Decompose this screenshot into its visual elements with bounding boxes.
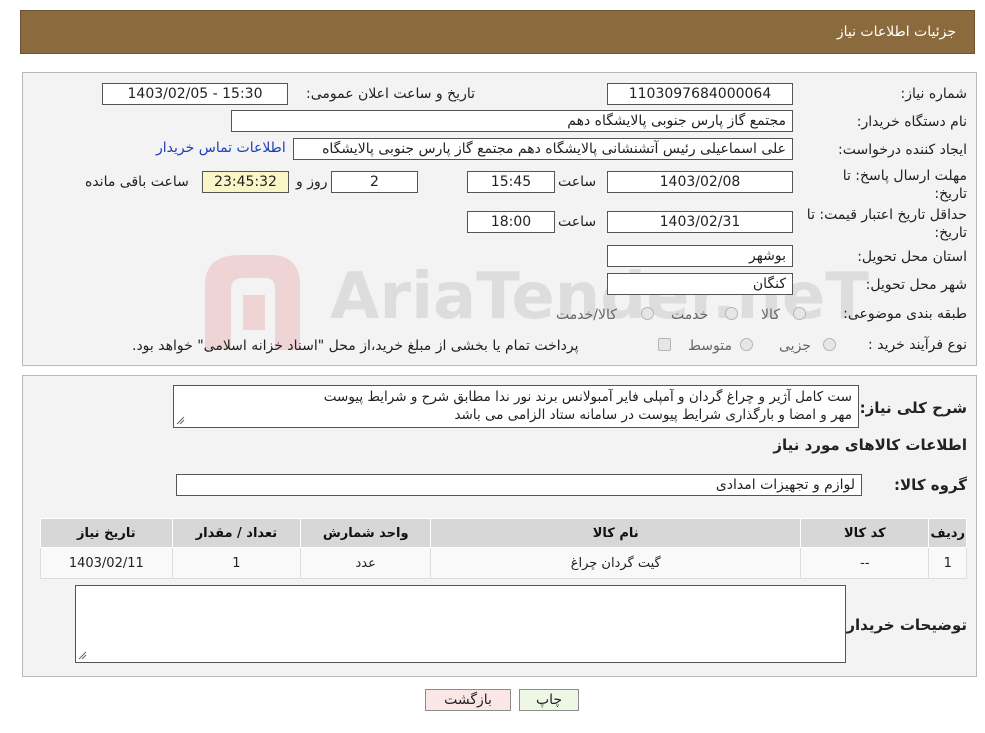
cell-row: 1 bbox=[928, 547, 967, 579]
summary-line-2: مهر و امضا و بارگذاری شرایط پیوست در سام… bbox=[454, 407, 852, 423]
resize-grip-icon[interactable] bbox=[176, 416, 185, 425]
deadline-label: مهلت ارسال پاسخ: تا تاریخ: bbox=[842, 168, 967, 202]
validity-label: حداقل تاریخ اعتبار قیمت: تا تاریخ: bbox=[806, 207, 967, 241]
resize-grip-icon[interactable] bbox=[78, 651, 87, 660]
buyer-org-label: نام دستگاه خریدار: bbox=[856, 114, 967, 130]
col-code-header: کد کالا bbox=[800, 518, 930, 548]
province-field: بوشهر bbox=[607, 245, 793, 267]
category-radio-goods[interactable] bbox=[793, 307, 806, 320]
category-label: طبقه بندی موضوعی: bbox=[843, 306, 967, 322]
need-number-field: 1103097684000064 bbox=[607, 83, 793, 105]
announce-field: 1403/02/05 - 15:30 bbox=[102, 83, 288, 105]
validity-time-field: 18:00 bbox=[467, 211, 555, 233]
goods-group-label: گروه کالا: bbox=[894, 476, 967, 494]
process-radio-medium[interactable] bbox=[740, 338, 753, 351]
buyer-notes-textarea[interactable] bbox=[75, 585, 846, 663]
process-checkbox-treasury[interactable] bbox=[658, 338, 671, 351]
page-header: جزئیات اطلاعات نیاز bbox=[20, 10, 975, 54]
summary-line-1: ست کامل آژیر و چراغ گردان و آمپلی فایر آ… bbox=[323, 389, 852, 405]
city-label: شهر محل تحویل: bbox=[865, 277, 967, 293]
days-label: روز و bbox=[296, 174, 328, 190]
cell-qty: 1 bbox=[171, 547, 302, 579]
process-note: پرداخت تمام یا بخشی از مبلغ خرید،از محل … bbox=[132, 338, 579, 354]
summary-textarea[interactable]: ست کامل آژیر و چراغ گردان و آمپلی فایر آ… bbox=[173, 385, 859, 428]
buyer-notes-label: توضیحات خریدار: bbox=[840, 616, 967, 634]
need-number-label: شماره نیاز: bbox=[900, 86, 968, 102]
category-radio-goods-service[interactable] bbox=[641, 307, 654, 320]
col-row-header: ردیف bbox=[928, 518, 967, 548]
deadline-date-field: 1403/02/08 bbox=[607, 171, 793, 193]
days-field: 2 bbox=[331, 171, 418, 193]
category-option-goods-service: کالا/خدمت bbox=[556, 307, 617, 323]
cell-code: -- bbox=[800, 547, 930, 579]
remaining-label: ساعت باقی مانده bbox=[85, 174, 189, 190]
process-option-minor: جزیی bbox=[779, 338, 811, 354]
category-option-goods: کالا bbox=[761, 307, 780, 323]
col-unit-header: واحد شمارش bbox=[300, 518, 432, 548]
creator-label: ایجاد کننده درخواست: bbox=[838, 142, 967, 158]
buyer-contact-link[interactable]: اطلاعات تماس خریدار bbox=[156, 140, 286, 156]
table-row[interactable]: 1 -- گیت گردان چراغ عدد 1 1403/02/11 bbox=[40, 547, 967, 579]
creator-field: علی اسماعیلی رئیس آتشنشانی پالایشگاه دهم… bbox=[293, 138, 793, 160]
goods-group-field: لوازم و تجهیزات امدادی bbox=[176, 474, 862, 496]
announce-label: تاریخ و ساعت اعلان عمومی: bbox=[306, 86, 475, 102]
table-header-row: ردیف کد کالا نام کالا واحد شمارش تعداد /… bbox=[40, 518, 967, 548]
buyer-org-field: مجتمع گاز پارس جنوبی پالایشگاه دهم bbox=[231, 110, 793, 132]
items-table: ردیف کد کالا نام کالا واحد شمارش تعداد /… bbox=[40, 518, 967, 579]
category-radio-service[interactable] bbox=[725, 307, 738, 320]
cell-name: گیت گردان چراغ bbox=[430, 547, 802, 579]
col-name-header: نام کالا bbox=[430, 518, 802, 548]
process-label: نوع فرآیند خرید : bbox=[868, 337, 967, 353]
goods-info-title: اطلاعات کالاهای مورد نیاز bbox=[773, 436, 967, 454]
cell-date: 1403/02/11 bbox=[40, 547, 173, 579]
process-radio-minor[interactable] bbox=[823, 338, 836, 351]
back-button[interactable]: بازگشت bbox=[425, 689, 511, 711]
col-date-header: تاریخ نیاز bbox=[40, 518, 173, 548]
deadline-time-field: 15:45 bbox=[467, 171, 555, 193]
process-option-medium: متوسط bbox=[688, 338, 732, 354]
cell-unit: عدد bbox=[300, 547, 432, 579]
city-field: کنگان bbox=[607, 273, 793, 295]
items-table-wrapper: ردیف کد کالا نام کالا واحد شمارش تعداد /… bbox=[40, 518, 967, 579]
col-qty-header: تعداد / مقدار bbox=[171, 518, 302, 548]
category-option-service: خدمت bbox=[671, 307, 709, 323]
validity-time-label: ساعت bbox=[558, 214, 597, 230]
summary-label: شرح کلی نیاز: bbox=[859, 399, 967, 417]
remaining-time-field: 23:45:32 bbox=[202, 171, 289, 193]
province-label: استان محل تحویل: bbox=[857, 249, 967, 265]
deadline-time-label: ساعت bbox=[558, 174, 597, 190]
validity-date-field: 1403/02/31 bbox=[607, 211, 793, 233]
page-title: جزئیات اطلاعات نیاز bbox=[836, 24, 956, 40]
print-button[interactable]: چاپ bbox=[519, 689, 579, 711]
